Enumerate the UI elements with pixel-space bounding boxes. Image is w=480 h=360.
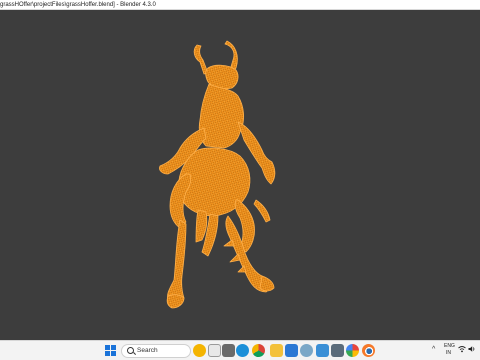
settings-icon[interactable]	[300, 344, 313, 357]
app-icon-dark[interactable]	[222, 344, 235, 357]
leg-spike-2	[229, 253, 241, 263]
left-lower-leg	[167, 219, 187, 304]
app-icon-grey[interactable]	[331, 344, 344, 357]
right-foot	[259, 275, 275, 292]
taskbar-search-box[interactable]: Search	[121, 344, 191, 358]
photos-icon[interactable]	[316, 344, 329, 357]
blender-icon[interactable]	[362, 344, 375, 357]
wifi-icon[interactable]	[458, 345, 466, 353]
color-picker-icon[interactable]	[346, 344, 359, 357]
task-view-icon[interactable]	[208, 344, 221, 357]
search-label: Search	[137, 347, 158, 354]
window-title-bar[interactable]: grassHOffer\projectFiles\grassHoffer.ble…	[0, 0, 480, 10]
middle-leg	[195, 209, 208, 243]
tray-overflow-chevron[interactable]: ^	[432, 344, 435, 356]
viewport-canvas[interactable]	[0, 10, 480, 340]
widget-icon[interactable]	[193, 344, 206, 357]
leg-spike-1	[223, 239, 235, 247]
search-icon	[127, 347, 134, 354]
window-title: grassHOffer\projectFiles\grassHoffer.ble…	[0, 2, 156, 8]
taskbar: Search ^ ENG IN	[0, 340, 480, 360]
input-language-sub[interactable]: IN	[446, 350, 451, 356]
edge-icon[interactable]	[236, 344, 249, 357]
left-foot	[166, 294, 185, 309]
file-explorer-icon[interactable]	[270, 344, 283, 357]
volume-icon[interactable]	[468, 345, 476, 353]
chrome-icon[interactable]	[252, 344, 265, 357]
right-appendage	[253, 199, 271, 223]
3d-viewport[interactable]	[0, 10, 480, 340]
left-antenna	[193, 44, 209, 75]
store-icon[interactable]	[285, 344, 298, 357]
grasshopper-mesh[interactable]	[159, 40, 276, 309]
input-language[interactable]: ENG	[444, 343, 455, 349]
windows-start-icon[interactable]	[105, 345, 117, 357]
